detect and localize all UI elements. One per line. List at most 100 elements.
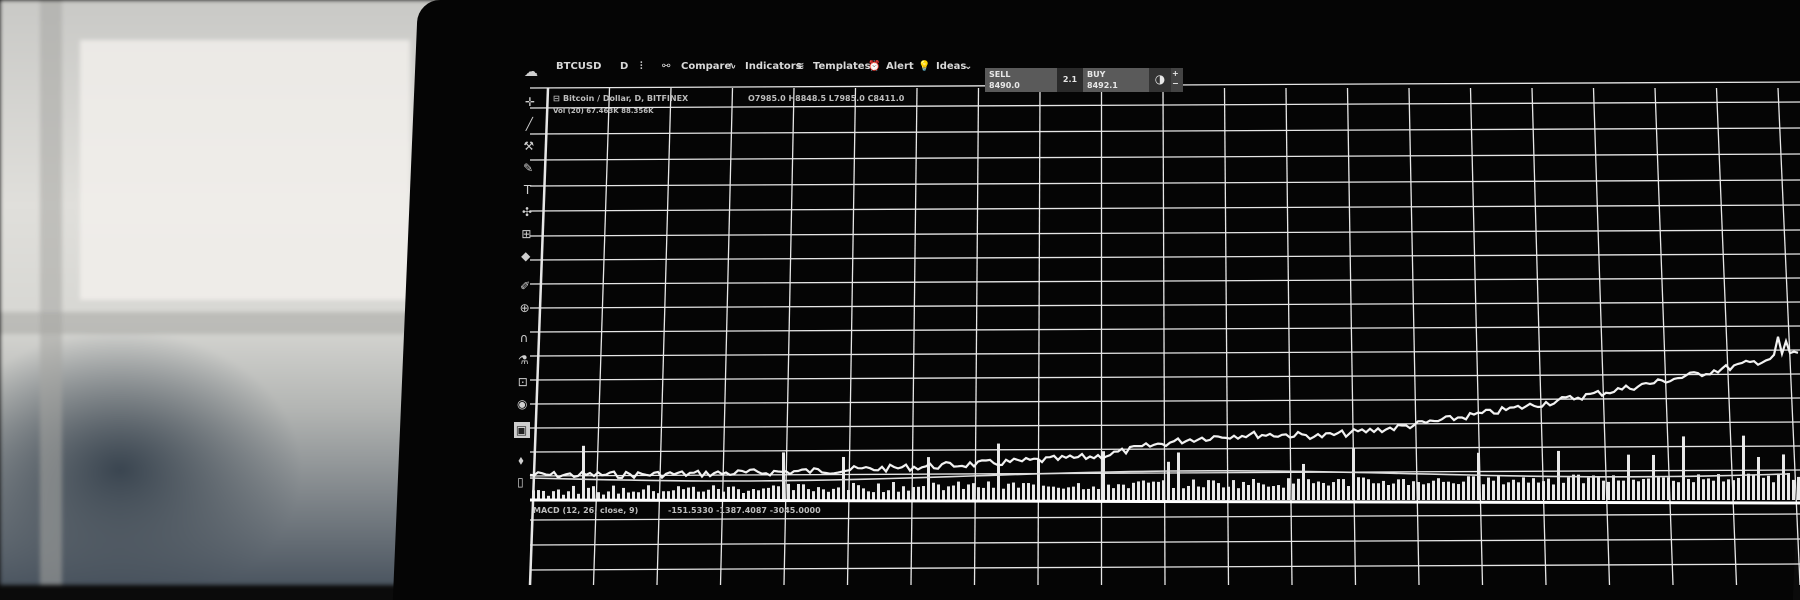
indicators-button[interactable]: Indicators xyxy=(745,61,802,72)
volume-bar xyxy=(1707,478,1710,500)
volume-bar xyxy=(812,491,815,500)
volume-bar xyxy=(1412,481,1415,500)
bar-style-icon[interactable]: ⫶ xyxy=(640,61,643,72)
volume-bar xyxy=(1012,482,1015,500)
volume-bar xyxy=(1762,477,1765,500)
alert-button[interactable]: Alert xyxy=(886,61,914,72)
volume-bar xyxy=(1082,489,1085,500)
volume-bar xyxy=(1742,435,1745,500)
volume-bar xyxy=(722,491,725,500)
volume-bar xyxy=(1227,486,1230,500)
volume-bar xyxy=(612,485,615,500)
grid-line-vertical xyxy=(1654,87,1674,585)
templates-icon[interactable]: ≋ xyxy=(796,61,804,72)
legend-collapse-icon[interactable]: ⊟ xyxy=(553,94,560,103)
unlock-icon[interactable]: ⊡ xyxy=(515,374,531,390)
volume-bar xyxy=(1342,479,1345,500)
templates-button[interactable]: Templates xyxy=(813,61,871,72)
grid-line-horizontal xyxy=(529,153,1800,161)
buy-label: BUY xyxy=(1087,70,1106,79)
cloud-icon[interactable]: ☁ xyxy=(523,64,539,80)
volume-bar xyxy=(822,489,825,500)
volume-bar xyxy=(1777,474,1780,500)
volume-bar xyxy=(1622,480,1625,500)
volume-bar xyxy=(702,491,705,500)
chevron-down-icon[interactable]: ⌄ xyxy=(964,61,972,72)
grid-line-vertical xyxy=(1223,87,1230,585)
trend-line-icon[interactable]: ╱ xyxy=(521,116,537,132)
volume-bar xyxy=(1637,481,1640,500)
plus-minus-icon[interactable]: + − xyxy=(1171,68,1183,92)
volume-bar xyxy=(1457,484,1460,500)
volume-bar xyxy=(642,489,645,500)
alert-icon[interactable]: ⏰ xyxy=(868,61,880,72)
buy-button[interactable]: BUY 8492.1 xyxy=(1083,68,1149,92)
volume-bar xyxy=(622,487,625,500)
volume-bar xyxy=(652,491,655,500)
compare-button[interactable]: Compare xyxy=(681,61,731,72)
volume-bar xyxy=(1407,484,1410,500)
volume-bar xyxy=(1442,481,1445,500)
volume-bar xyxy=(1177,452,1180,500)
grid-line-horizontal xyxy=(529,204,1800,212)
volume-bar xyxy=(832,488,835,500)
volume-bar xyxy=(992,487,995,500)
trash-icon[interactable]: ▯ xyxy=(512,474,528,490)
volume-bar xyxy=(942,490,945,500)
volume-bar xyxy=(1737,477,1740,500)
volume-bar xyxy=(1462,481,1465,500)
volume-bar xyxy=(1767,475,1770,500)
fib-icon[interactable]: ⚒ xyxy=(521,138,537,154)
grid-line-horizontal xyxy=(529,127,1800,135)
lock-drawing-icon[interactable]: ⚗ xyxy=(515,352,531,368)
volume-bar xyxy=(1247,484,1250,500)
text-icon[interactable]: T xyxy=(520,182,536,198)
layer-icon[interactable]: ▣ xyxy=(513,422,530,438)
volume-bar xyxy=(1032,484,1035,500)
volume-bar xyxy=(1567,477,1570,500)
volume-bar xyxy=(842,456,845,500)
ideas-button[interactable]: Ideas xyxy=(936,61,966,72)
pattern-icon[interactable]: ✣ xyxy=(519,204,535,220)
volume-bar xyxy=(1652,454,1655,500)
volume-bar xyxy=(1152,481,1155,500)
order-toggle-icon[interactable]: ◑ xyxy=(1149,68,1171,92)
volume-bar xyxy=(1192,479,1195,500)
crosshair-icon[interactable]: ✛ xyxy=(522,94,538,110)
volume-bar xyxy=(982,487,985,500)
volume-bar xyxy=(1197,486,1200,500)
delete-icon[interactable]: ⬧ xyxy=(513,452,529,468)
brush-icon[interactable]: ✎ xyxy=(520,160,536,176)
grid-line-vertical xyxy=(1408,87,1420,585)
ideas-icon[interactable]: 💡 xyxy=(918,61,930,72)
shapes-icon[interactable]: ◆ xyxy=(518,248,534,264)
zoom-in-icon[interactable]: ⊕ xyxy=(517,300,533,316)
volume-bar xyxy=(1047,486,1050,500)
magnet-icon[interactable]: ∩ xyxy=(516,330,532,346)
volume-bar xyxy=(1752,474,1755,500)
ruler-icon[interactable]: ✐ xyxy=(517,278,533,294)
volume-bar xyxy=(1297,478,1300,500)
measure-icon[interactable]: ⊞ xyxy=(518,226,534,242)
volume-bar xyxy=(1522,477,1525,500)
sell-button[interactable]: SELL 8490.0 xyxy=(985,68,1057,92)
volume-bar xyxy=(1702,479,1705,500)
interval-button[interactable]: D xyxy=(620,61,628,72)
volume-bar xyxy=(967,484,970,500)
volume-bar xyxy=(1202,487,1205,500)
volume-bar xyxy=(1487,477,1490,500)
volume-bar xyxy=(537,490,540,500)
volume-bar xyxy=(1052,486,1055,500)
volume-bar xyxy=(782,452,785,500)
volume-bar xyxy=(647,485,650,500)
grid-line-vertical xyxy=(1285,87,1293,585)
volume-bar xyxy=(1597,477,1600,500)
compare-icon[interactable]: ⚯ xyxy=(662,61,670,72)
volume-bar xyxy=(1222,487,1225,500)
symbol-label[interactable]: BTCUSD xyxy=(556,61,601,72)
trading-screen: ☁ BTCUSD D ⫶ ⚯ Compare ∿ Indicators ≋ Te… xyxy=(0,0,1800,585)
indicators-icon[interactable]: ∿ xyxy=(728,61,736,72)
price-chart[interactable] xyxy=(0,0,1800,585)
eye-icon[interactable]: ◉ xyxy=(514,396,530,412)
volume-bar xyxy=(1327,485,1330,500)
